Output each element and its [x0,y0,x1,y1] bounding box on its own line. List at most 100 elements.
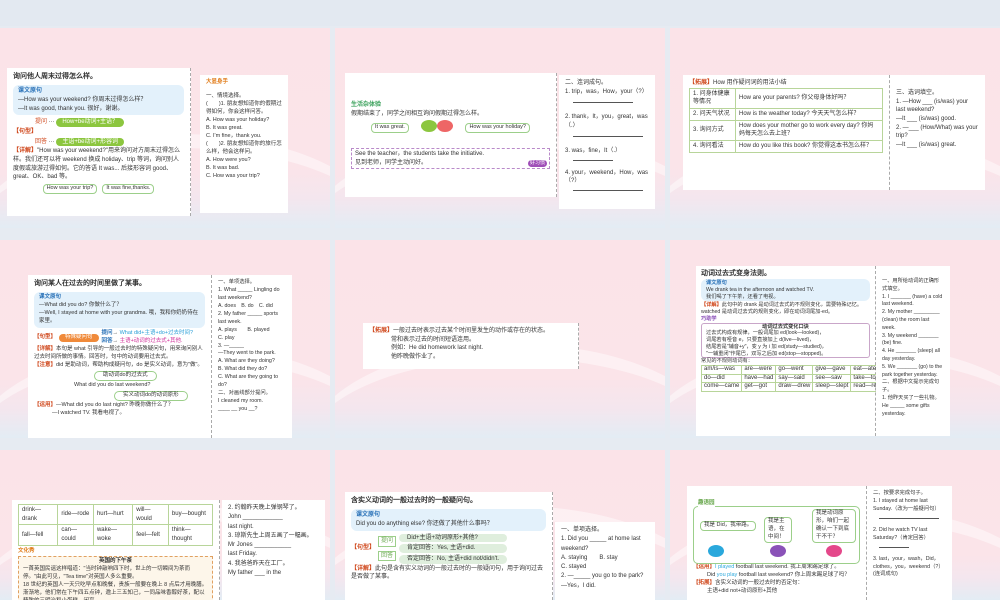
ask-label: 提问 [101,330,113,337]
exercise-line: 1. trip，was，How，your（?） [565,88,648,95]
exercise-line: 二、根据中文提示完成句子。 [882,379,940,394]
sentence: Did you do anything else? 你还做了其他什么事吗？ [356,520,493,527]
slide-thumbnail-4[interactable]: 询问某人在过去的时间里做了某事。 课文原句 —What did you do? 你… [0,240,330,438]
verb-pair: wake—woke [92,524,134,546]
answer-line[interactable] [573,102,633,104]
culture-label: 文化秀 [18,547,35,554]
exercise-line: My father ___ in the [228,570,282,577]
diagram-note: 实义动词do的动词原形 [114,390,188,401]
verb-pair: go—went [775,365,814,375]
answer-line[interactable] [879,546,909,548]
speech-bubble: It was great. [371,123,409,134]
lesson-panel: 趣语园 我是 Did，我带路。 我是主语，在中间！ 我是动词原形，咱们一起确认一… [687,486,867,600]
exercise-line: 2. —___ (How/What) was your trip? [896,124,978,140]
slide-thumbnail-1[interactable]: 询问他人周末过得怎么样。 课文原句 —How was your weekend? … [0,28,330,228]
exercise-panel: 大显身手 一、情境选择。 ( )1. 朋友想知道你的假期过得如何，你会这样问答。… [200,75,288,213]
slide-thumbnail-7[interactable]: drink—drank ride—rode hurt—hurt will—would b… [0,450,330,600]
exercise-line: 5. We _______ (go) to the park together … [882,363,943,378]
extension-text: 含实义动词的一般过去时的否定句： [715,579,804,586]
exercise-line: 3. My weekend _______ (be) fine. [882,332,939,347]
lesson-panel: 询问他人周末过得怎么样。 课文原句 —How was your weekend? … [7,68,191,216]
pattern-question: Did+主语+动词原形+其他? [399,533,508,543]
exercise-line: A. How was your holiday? [206,116,270,123]
sentence-chinese: 我们喝了下午茶，还看了电视。 [706,293,779,300]
speech-bubble: How was your trip? [42,184,98,194]
verb-pair: draw—drew [775,382,814,392]
answer-line[interactable] [573,189,643,191]
section-title: How 用作疑问词的用法小结 [713,80,787,86]
slide-thumbnail-6[interactable]: 动词过去式变身法则。 课文原句 We drank tea in the after… [670,240,1000,438]
extension-pattern: 主语+did not+动词原形+其他 [707,587,778,594]
ask-label: 提问 [35,119,48,126]
rule-line: 词尾若有哑音 e，只要直接加上 d(live—lived)， [706,337,815,344]
exercise-line: ( )1. 朋友想知道你的假期过得如何，你会这样问答。 [206,100,282,115]
pattern-no: 否定回答：No, 主语+did not/didn't. [399,554,508,564]
irregular-verbs-table: drink—drank ride—rode hurt—hurt will—would b… [17,503,214,546]
tip-english: See the teacher，the students take the in… [355,151,485,158]
verb-pair: say—said [775,373,814,384]
tip-box: See the teacher，the students take the in… [351,148,550,170]
exercise-heading: 二、连词成句。 [565,80,608,86]
exercise-line: ( )2. 朋友想知道你的旅行怎么样，他会这样问。 [206,140,282,155]
verb-pair: can—could [57,524,94,546]
detail-label: 【详解】 [701,302,722,309]
speech-bubble: 我是 Did，我带路。 [700,521,757,531]
answer-pattern: 主语+be动词+形容词 [56,137,125,147]
exercise-heading: 一、情境选择。 [206,92,245,99]
slide-thumbnail-3[interactable]: 【拓展】How 用作疑问词的用法小结 1. 问身体健康等情况 How are yo… [670,28,1000,228]
pattern-center: 特殊疑问句 [59,334,99,342]
section-title: 询问某人在过去的时间里做了某事。 [34,280,146,287]
exercise-panel: 一、单项选择。 1. Did you _____ at home last wee… [555,522,655,600]
exercise-line: 2. My father _____ sports last week. [218,310,279,325]
use-sentence: football last weekend? 你上周末踢足球了吗？ [737,571,850,578]
culture-paragraph: 一首英国民谣这样唱道："当时钟敲响四下时，世上的一切瞬间为茶而停。"由此可见，"… [23,565,190,580]
exercise-line: —They went to the park. [218,350,276,357]
exercise-line: A. What are they doing? [218,358,275,365]
diagram-sentence: What did you do last weekend? [74,381,151,388]
exercise-line: 一、单项选择。 [561,527,604,533]
answer: —It was good, thank you. 很好，谢谢。 [18,105,124,112]
verb-pair: get—got [741,382,777,392]
top-bar [0,0,1000,26]
exercise-line: 4. He _______ (sleep) all day yesterday. [882,348,940,362]
detail-text: "How was your weekend?"用来询问对方周末过得怎么样。我们还… [13,148,180,181]
extension-text: 常和表示过去的时间短语连用。 [391,336,476,343]
exercise-line: last Friday. [228,551,257,558]
blue-character-icon [708,545,724,557]
answer-line[interactable] [573,136,643,138]
answer-pattern: 主语+动词的过去式+其他. [119,337,183,344]
slide-thumbnail-2[interactable]: 生活杂体验 假期结束了，同学之间相互询问假期过得怎么样。 It was grea… [335,28,665,228]
exercise-line: 2. My mother _________ (clean) the room … [882,309,940,331]
verb-pair: think—thought [167,524,214,546]
slide-thumbnail-5[interactable]: 【拓展】一般过去时表示过去某个时间里发生的动作或存在的状态。 常和表示过去的时间… [335,240,665,438]
usage-example: How do you like this book? 你觉得这本书怎么样？ [735,140,883,153]
tip-chinese: 见到老师，同学主动问好。 [355,159,428,166]
culture-title: 英国的下午茶 [98,557,132,564]
exercise-heading: 三、选词填空。 [896,90,939,96]
answer-line[interactable] [573,159,613,161]
table-row: fall—fell can—could wake—woke feel—felt thin… [17,524,214,546]
answer-label: 回答 [101,337,113,344]
detail-label: 【详解】 [34,345,57,352]
usage-example: How is the weather today? 今天天气怎么样？ [735,108,883,121]
answer-line[interactable] [879,517,939,519]
use-answer: —I watched TV. 我看电视了。 [52,409,126,416]
slide-thumbnail-8[interactable]: 含实义动词的一般过去时的一般疑问句。 课文原句 Did you do anythi… [335,450,665,600]
text-box: 课文原句 —What did you do? 你做什么了？ —Well, I sta… [34,292,205,329]
usage-type: 3. 询问方式 [689,119,736,142]
section-title: 含实义动词的一般过去时的一般疑问句。 [351,497,477,504]
exercise-line: I cleaned my room. [218,398,264,405]
verb-pair: fall—fell [17,524,59,546]
ask-label: 提问 [378,535,397,547]
slide-thumbnail-9[interactable]: 趣语园 我是 Did，我带路。 我是主语，在中间！ 我是动词原形，咱们一起确认一… [670,450,1000,600]
exercise-line: He _____ some gifts yesterday. [882,402,930,417]
highlight: I played [715,564,735,570]
speech-bubble: How was your holiday? [465,123,530,134]
box-label: 课文原句 [18,88,43,95]
exercise-line: —It ___ (is/was) good. [896,116,957,123]
exercise-line: B. It was great. [206,124,243,131]
exercise-line: 4. 我爸爸昨天在工厂。 [228,560,289,567]
verb-pair: see—saw [812,373,852,384]
pattern-block: 【句型】 提问 回答 Did+主语+动词原形+其他? 肯定回答：Yes, 主语+di… [351,533,546,565]
verb-pair: buy—bought [167,503,214,526]
